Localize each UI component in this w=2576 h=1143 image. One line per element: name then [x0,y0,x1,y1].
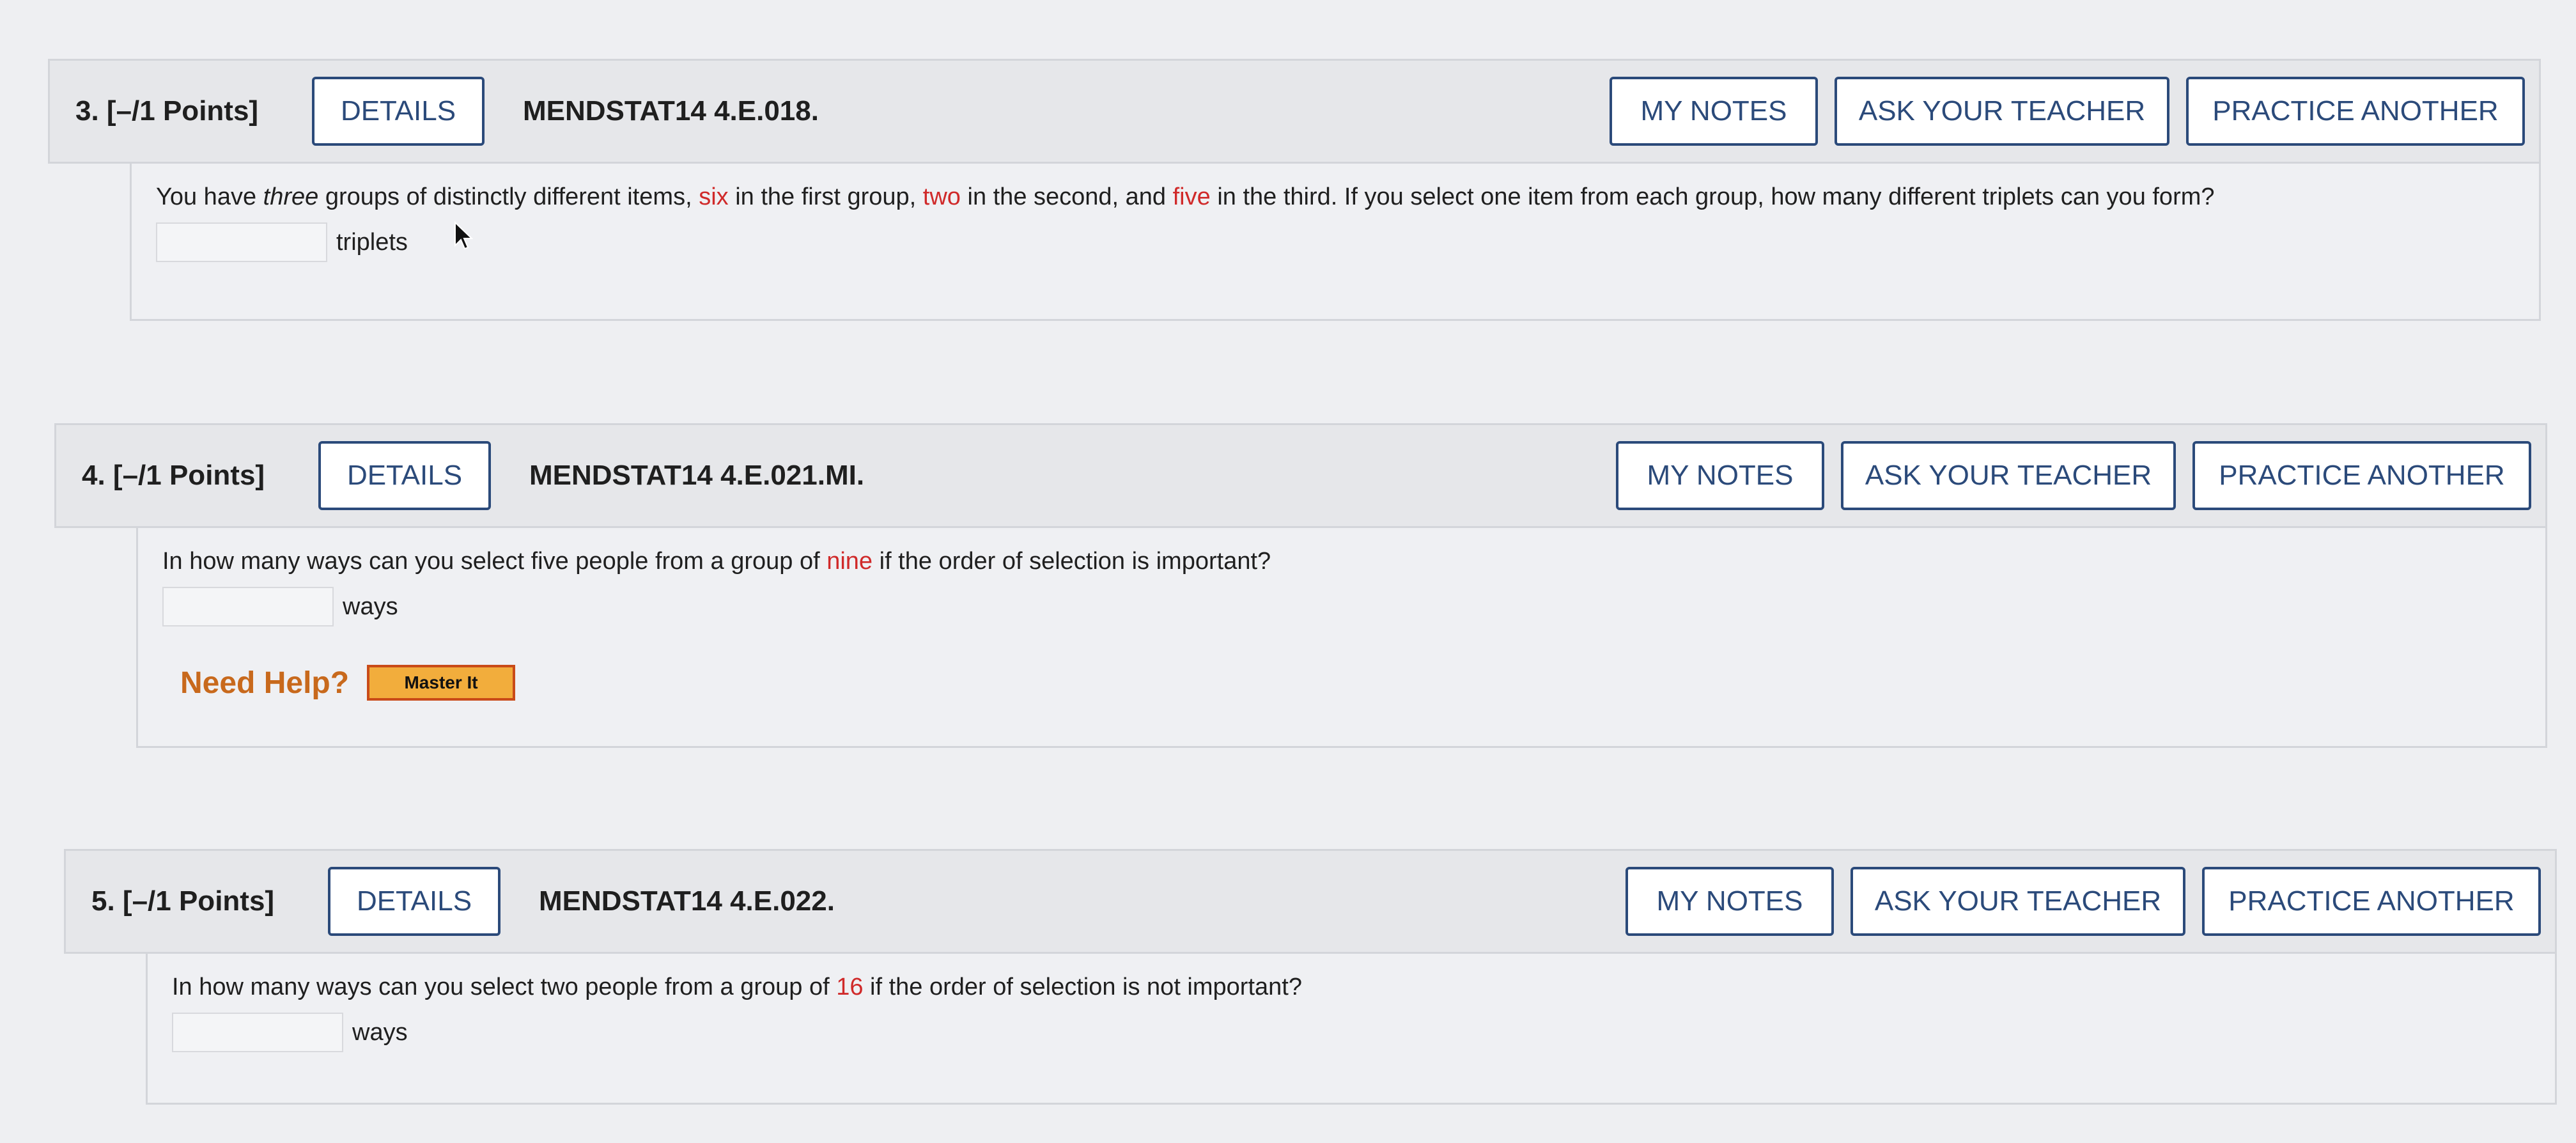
my-notes-button[interactable]: MY NOTES [1610,77,1818,146]
question-number: 4. [–/1 Points] [82,460,265,491]
ask-your-teacher-button[interactable]: ASK YOUR TEACHER [1851,867,2185,936]
answer-input[interactable] [156,222,327,262]
practice-another-button[interactable]: PRACTICE ANOTHER [2192,441,2531,510]
answer-row: ways [162,587,2520,626]
assignment-id: MENDSTAT14 4.E.018. [523,95,819,127]
variable-value: two [922,183,961,210]
my-notes-button[interactable]: MY NOTES [1626,867,1834,936]
question-3: 3. [–/1 Points] DETAILS MENDSTAT14 4.E.0… [48,59,2541,321]
question-5: 5. [–/1 Points] DETAILS MENDSTAT14 4.E.0… [64,849,2557,1105]
need-help-label: Need Help? [180,665,350,700]
question-actions: MY NOTES ASK YOUR TEACHER PRACTICE ANOTH… [1626,867,2541,936]
question-header: 5. [–/1 Points] DETAILS MENDSTAT14 4.E.0… [64,849,2557,954]
ask-your-teacher-button[interactable]: ASK YOUR TEACHER [1835,77,2169,146]
question-text-part: In how many ways can you select five peo… [162,548,827,575]
answer-unit: triplets [336,228,408,256]
answer-row: ways [172,1013,2529,1052]
answer-input[interactable] [172,1013,343,1052]
question-number: 3. [–/1 Points] [75,95,259,127]
my-notes-button[interactable]: MY NOTES [1616,441,1824,510]
question-text: You have three groups of distinctly diff… [156,180,2513,214]
question-number: 5. [–/1 Points] [91,885,275,917]
question-body: You have three groups of distinctly diff… [130,164,2541,321]
question-header: 4. [–/1 Points] DETAILS MENDSTAT14 4.E.0… [54,423,2547,528]
question-body: In how many ways can you select five peo… [136,528,2547,748]
question-text: In how many ways can you select two peop… [172,970,2529,1004]
details-button[interactable]: DETAILS [328,867,500,936]
answer-unit: ways [343,593,398,620]
question-actions: MY NOTES ASK YOUR TEACHER PRACTICE ANOTH… [1610,77,2525,146]
variable-value: six [699,183,729,210]
question-text-part: in the first group, [728,183,923,210]
need-help-row: Need Help? Master It [180,665,2520,701]
practice-another-button[interactable]: PRACTICE ANOTHER [2202,867,2541,936]
practice-another-button[interactable]: PRACTICE ANOTHER [2186,77,2525,146]
question-text-part: in the third. If you select one item fro… [1210,183,2215,210]
question-text-part: groups of distinctly different items, [318,183,699,210]
question-text-part: You have [156,183,263,210]
mouse-pointer-icon [454,221,473,250]
assignment-id: MENDSTAT14 4.E.022. [539,885,835,917]
details-button[interactable]: DETAILS [318,441,491,510]
assignment-id: MENDSTAT14 4.E.021.MI. [529,460,865,491]
answer-unit: ways [352,1018,408,1046]
question-text-part: in the second, and [960,183,1173,210]
question-text-part: if the order of selection is not importa… [863,974,1302,1000]
question-header: 3. [–/1 Points] DETAILS MENDSTAT14 4.E.0… [48,59,2541,164]
question-actions: MY NOTES ASK YOUR TEACHER PRACTICE ANOTH… [1616,441,2531,510]
ask-your-teacher-button[interactable]: ASK YOUR TEACHER [1841,441,2176,510]
question-body: In how many ways can you select two peop… [146,954,2557,1105]
question-text-part: In how many ways can you select two peop… [172,974,837,1000]
question-text: In how many ways can you select five peo… [162,545,2520,578]
master-it-button[interactable]: Master It [367,665,516,701]
answer-input[interactable] [162,587,334,626]
question-4: 4. [–/1 Points] DETAILS MENDSTAT14 4.E.0… [54,423,2547,748]
variable-value: nine [826,548,873,575]
variable-value: five [1172,183,1211,210]
emphasis-number: three [263,183,319,210]
variable-value: 16 [836,974,864,1000]
details-button[interactable]: DETAILS [312,77,485,146]
answer-row: triplets [156,222,2513,262]
question-text-part: if the order of selection is important? [873,548,1271,575]
